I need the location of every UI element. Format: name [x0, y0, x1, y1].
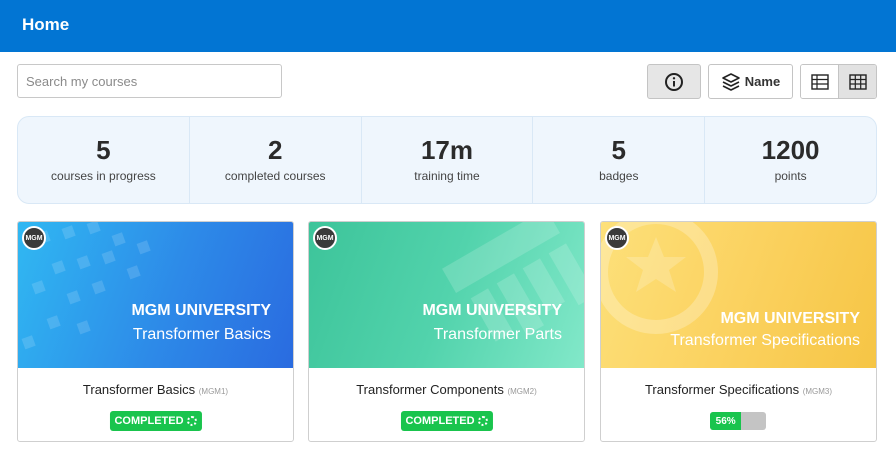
stat-value: 17m	[420, 135, 474, 165]
page-title: Home	[22, 15, 70, 34]
stat-training-time: 17m training time	[360, 117, 533, 203]
status-label: COMPLETED	[405, 415, 475, 427]
sort-label: Name	[744, 74, 781, 89]
stat-value: 2	[267, 135, 283, 165]
info-button[interactable]	[647, 64, 701, 99]
banner-subtitle: Transformer Specifications	[670, 332, 860, 349]
sort-button[interactable]: Name	[708, 64, 793, 99]
course-title-text: Transformer Specifications	[644, 382, 800, 397]
grid-view-button[interactable]	[838, 65, 876, 98]
course-code: (MGM1)	[198, 387, 229, 396]
stat-courses-in-progress: 5 courses in progress	[18, 117, 189, 203]
view-toggle	[800, 64, 877, 99]
info-circle-icon	[665, 72, 683, 91]
banner-title: MGM UNIVERSITY	[131, 302, 271, 319]
stat-label: completed courses	[224, 169, 326, 183]
list-view-icon	[810, 73, 829, 90]
course-card-transformer-components[interactable]: MGM MGM UNIVERSITY Transformer Parts Tra…	[308, 221, 585, 442]
course-card-transformer-specifications[interactable]: MGM MGM UNIVERSITY Transformer Specifica…	[600, 221, 877, 442]
list-view-button[interactable]	[801, 65, 838, 98]
course-title[interactable]: Transformer Basics (MGM1)	[18, 382, 293, 397]
stat-value: 1200	[761, 135, 820, 165]
course-title-text: Transformer Components	[356, 382, 504, 397]
stat-points: 1200 points	[704, 117, 876, 203]
course-banner[interactable]: MGM MGM UNIVERSITY Transformer Basics	[18, 222, 293, 368]
top-bar: Home	[0, 0, 896, 52]
mgm-logo: MGM	[313, 226, 337, 250]
course-title[interactable]: Transformer Specifications (MGM3)	[601, 382, 876, 397]
course-banner[interactable]: MGM MGM UNIVERSITY Transformer Specifica…	[601, 222, 876, 368]
status-badge: COMPLETED	[109, 411, 202, 431]
banner-subtitle: Transformer Parts	[433, 326, 562, 343]
stat-label: points	[774, 169, 807, 183]
search-input[interactable]	[17, 64, 282, 98]
mgm-logo: MGM	[22, 226, 46, 250]
grid-view-icon	[848, 73, 867, 90]
course-code: (MGM2)	[507, 387, 537, 396]
stat-value: 5	[96, 135, 111, 165]
banner-title: MGM UNIVERSITY	[720, 310, 860, 327]
course-title[interactable]: Transformer Components (MGM2)	[309, 382, 584, 397]
stat-completed-courses: 2 completed courses	[188, 117, 361, 203]
stats-panel: 5 courses in progress 2 completed course…	[17, 116, 877, 204]
course-title-text: Transformer Basics	[82, 382, 196, 397]
stat-label: courses in progress	[51, 169, 156, 183]
completed-ring-icon	[186, 416, 197, 426]
mgm-logo: MGM	[605, 226, 629, 250]
status-label: COMPLETED	[114, 415, 184, 427]
stat-value: 5	[611, 135, 627, 165]
progress-bar: 56%	[710, 412, 766, 430]
progress-fill: 56%	[710, 412, 742, 430]
stat-label: badges	[599, 169, 639, 183]
status-badge: COMPLETED	[400, 411, 493, 431]
course-code: (MGM3)	[802, 387, 833, 396]
banner-subtitle: Transformer Basics	[132, 326, 271, 343]
layers-icon	[721, 72, 740, 91]
stat-label: training time	[414, 169, 480, 183]
course-banner[interactable]: MGM MGM UNIVERSITY Transformer Parts	[309, 222, 584, 368]
course-card-transformer-basics[interactable]: MGM MGM UNIVERSITY Transformer Basics Tr…	[17, 221, 294, 442]
banner-title: MGM UNIVERSITY	[422, 302, 562, 319]
completed-ring-icon	[477, 416, 488, 426]
stat-badges: 5 badges	[532, 117, 704, 203]
